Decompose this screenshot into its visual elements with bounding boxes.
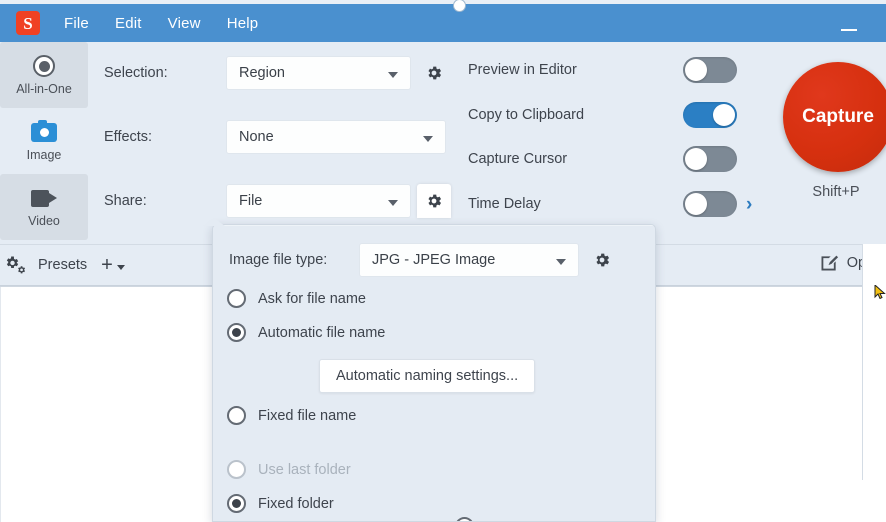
setting-row-selection: Selection: Region xyxy=(104,56,454,90)
chevron-down-icon xyxy=(388,72,398,78)
snagit-capture-window: S File Edit View Help All-in-One Image V… xyxy=(0,0,886,522)
radio-label-fixed-file-name: Fixed file name xyxy=(258,407,357,424)
toggle-row-capture-cursor: Capture Cursor xyxy=(468,145,758,173)
capture-cursor-label: Capture Cursor xyxy=(468,151,568,167)
file-share-options-panel: Image file type: JPG - JPEG Image Ask fo… xyxy=(212,224,656,522)
double-gear-icon xyxy=(6,256,26,274)
effects-label: Effects: xyxy=(104,129,153,145)
toggle-row-preview-in-editor: Preview in Editor xyxy=(468,56,758,84)
capture-settings: Selection: Region Effects: None Share: F… xyxy=(104,42,454,241)
toggle-row-time-delay: Time Delay › xyxy=(468,190,758,218)
camcorder-icon xyxy=(31,186,57,210)
mouse-cursor-icon xyxy=(874,285,886,299)
title-bar: S File Edit View Help xyxy=(0,4,886,42)
copy-to-clipboard-label: Copy to Clipboard xyxy=(468,107,585,123)
chevron-down-icon xyxy=(423,136,433,142)
radio-fixed-folder[interactable]: Fixed folder xyxy=(227,494,334,513)
time-delay-toggle[interactable] xyxy=(683,191,737,217)
setting-row-effects: Effects: None xyxy=(104,120,454,154)
radio-label-use-last-folder: Use last folder xyxy=(258,461,351,478)
sidebar-item-all-in-one[interactable]: All-in-One xyxy=(0,42,88,108)
content-divider xyxy=(0,287,1,522)
share-value: File xyxy=(239,193,263,209)
selection-dropdown[interactable]: Region xyxy=(226,56,411,90)
minimize-button[interactable] xyxy=(838,15,860,31)
preview-in-editor-label: Preview in Editor xyxy=(468,62,577,78)
radio-fixed-file-name[interactable]: Fixed file name xyxy=(227,406,356,425)
share-label: Share: xyxy=(104,193,147,209)
radio-icon xyxy=(227,494,246,513)
sidebar-label-all-in-one: All-in-One xyxy=(16,82,72,96)
copy-to-clipboard-toggle[interactable] xyxy=(683,102,737,128)
effects-dropdown[interactable]: None xyxy=(226,120,446,154)
preview-in-editor-toggle[interactable] xyxy=(683,57,737,83)
right-edge-panel xyxy=(862,244,886,480)
setting-row-share: Share: File xyxy=(104,184,454,218)
radio-automatic-file-name[interactable]: Automatic file name xyxy=(227,323,385,342)
add-preset-button[interactable]: + xyxy=(101,255,125,275)
snagit-logo-icon: S xyxy=(16,11,40,35)
capture-area: Capture Shift+P xyxy=(783,62,886,232)
gear-icon xyxy=(596,253,610,267)
image-file-type-dropdown[interactable]: JPG - JPEG Image xyxy=(359,243,579,277)
panel-top-highlight xyxy=(213,225,655,226)
image-file-type-label: Image file type: xyxy=(229,252,328,268)
plus-icon: + xyxy=(101,254,113,276)
share-dropdown[interactable]: File xyxy=(226,184,411,218)
menu-item-view[interactable]: View xyxy=(168,15,201,32)
menu-item-help[interactable]: Help xyxy=(227,15,259,32)
image-file-type-row: Image file type: JPG - JPEG Image xyxy=(229,243,619,277)
selection-gear-button[interactable] xyxy=(417,56,451,90)
image-file-type-gear-button[interactable] xyxy=(585,243,619,277)
share-gear-button[interactable] xyxy=(417,184,451,218)
capture-cursor-toggle[interactable] xyxy=(683,146,737,172)
radio-use-last-folder: Use last folder xyxy=(227,460,351,479)
edit-pencil-icon xyxy=(821,255,838,271)
image-file-type-value: JPG - JPEG Image xyxy=(372,252,496,268)
chevron-down-icon xyxy=(556,259,566,265)
capture-shortcut-label: Shift+P xyxy=(812,184,860,200)
radio-icon xyxy=(227,323,246,342)
presets-group: Presets + xyxy=(4,254,125,276)
radio-icon xyxy=(227,289,246,308)
radio-icon-partial-cutoff[interactable] xyxy=(455,517,474,521)
capture-toggles: Preview in Editor Copy to Clipboard Capt… xyxy=(468,42,768,241)
toggle-knob xyxy=(685,59,707,81)
menu-bar: File Edit View Help xyxy=(64,15,258,32)
chevron-down-icon xyxy=(388,200,398,206)
menu-item-file[interactable]: File xyxy=(64,15,89,32)
radio-icon xyxy=(227,460,246,479)
toggle-knob xyxy=(713,104,735,126)
time-delay-label: Time Delay xyxy=(468,196,541,212)
camera-icon xyxy=(31,119,57,144)
toggle-knob xyxy=(685,148,707,170)
mode-sidebar: All-in-One Image Video xyxy=(0,42,88,241)
toggle-knob xyxy=(685,193,707,215)
automatic-naming-settings-button[interactable]: Automatic naming settings... xyxy=(319,359,536,393)
radio-label-ask-for-file-name: Ask for file name xyxy=(258,290,366,307)
radio-icon xyxy=(227,406,246,425)
radio-label-automatic-file-name: Automatic file name xyxy=(258,324,386,341)
selection-label: Selection: xyxy=(104,65,168,81)
sidebar-label-image: Image xyxy=(26,148,62,162)
capture-button[interactable]: Capture xyxy=(783,62,886,172)
effects-value: None xyxy=(239,129,274,145)
chevron-down-icon xyxy=(116,265,125,270)
record-circle-icon xyxy=(33,54,55,78)
sidebar-item-video[interactable]: Video xyxy=(0,174,88,240)
toggle-row-copy-to-clipboard: Copy to Clipboard xyxy=(468,101,758,129)
dropdown-pointer xyxy=(203,218,225,226)
radio-ask-for-file-name[interactable]: Ask for file name xyxy=(227,289,366,308)
menu-item-edit[interactable]: Edit xyxy=(115,15,142,32)
chevron-right-icon[interactable]: › xyxy=(746,195,752,214)
minimize-icon xyxy=(841,29,857,31)
sidebar-item-image[interactable]: Image xyxy=(0,108,88,174)
gear-icon xyxy=(428,194,442,208)
presets-label: Presets xyxy=(38,257,88,273)
sidebar-label-video: Video xyxy=(28,214,60,228)
radio-label-fixed-folder: Fixed folder xyxy=(258,495,334,512)
selection-value: Region xyxy=(239,65,285,81)
gear-icon xyxy=(428,66,442,80)
